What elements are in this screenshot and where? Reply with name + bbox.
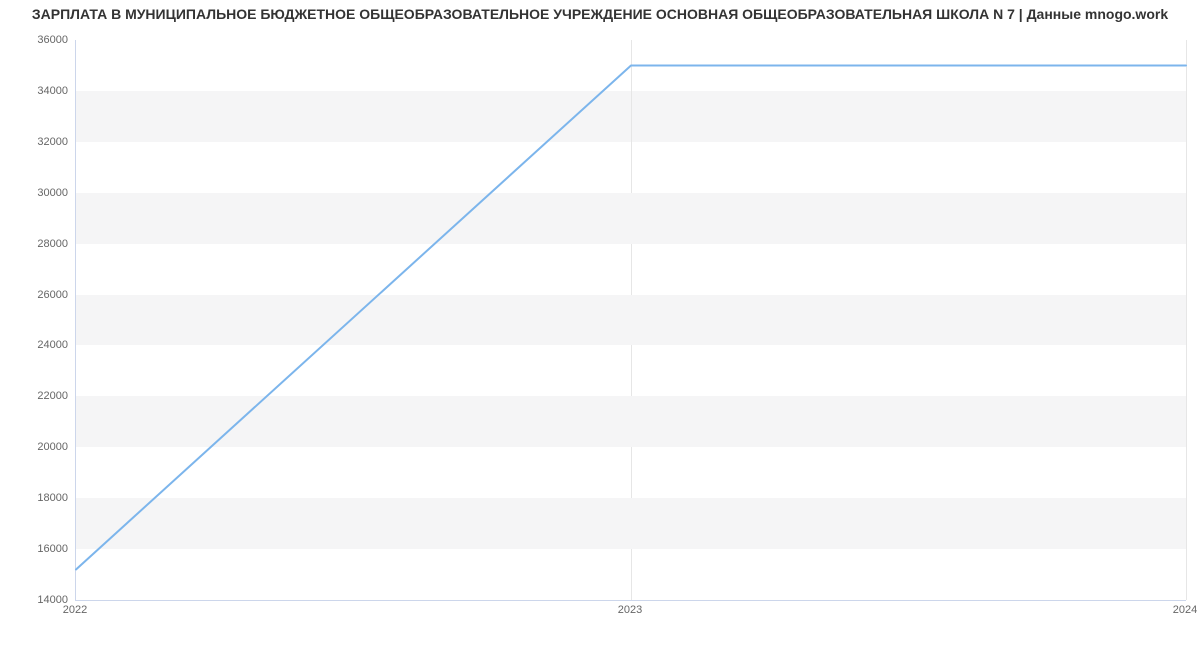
x-tick-label: 2022 bbox=[63, 604, 87, 616]
data-line bbox=[76, 40, 1186, 600]
y-tick-label: 28000 bbox=[8, 238, 68, 250]
y-tick-label: 36000 bbox=[8, 34, 68, 46]
y-tick-label: 24000 bbox=[8, 339, 68, 351]
y-tick-label: 34000 bbox=[8, 85, 68, 97]
y-tick-label: 16000 bbox=[8, 543, 68, 555]
y-tick-label: 26000 bbox=[8, 289, 68, 301]
y-tick-label: 18000 bbox=[8, 492, 68, 504]
x-tick-label: 2024 bbox=[1173, 604, 1197, 616]
y-tick-label: 22000 bbox=[8, 390, 68, 402]
chart-title: ЗАРПЛАТА В МУНИЦИПАЛЬНОЕ БЮДЖЕТНОЕ ОБЩЕО… bbox=[0, 6, 1200, 22]
x-gridline bbox=[1186, 40, 1187, 600]
y-tick-label: 14000 bbox=[8, 594, 68, 606]
y-tick-label: 30000 bbox=[8, 187, 68, 199]
plot-area bbox=[75, 40, 1186, 601]
y-tick-label: 32000 bbox=[8, 136, 68, 148]
salary-line-chart: ЗАРПЛАТА В МУНИЦИПАЛЬНОЕ БЮДЖЕТНОЕ ОБЩЕО… bbox=[0, 0, 1200, 650]
x-tick-label: 2023 bbox=[618, 604, 642, 616]
y-tick-label: 20000 bbox=[8, 441, 68, 453]
